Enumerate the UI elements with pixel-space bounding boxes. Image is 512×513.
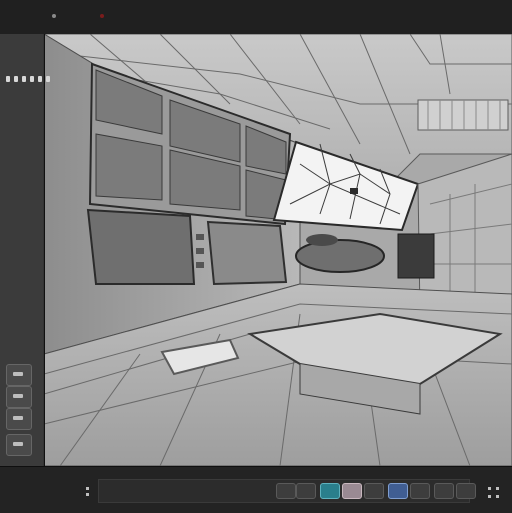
console-screen-right	[206, 220, 288, 286]
timeline-start-icon-2	[86, 493, 89, 496]
timeline-button-thumb[interactable]	[342, 483, 362, 499]
dark-doorway	[397, 233, 435, 279]
panel-button-2[interactable]	[6, 386, 32, 408]
corner-icon-3	[488, 495, 491, 498]
ceiling-vent	[417, 99, 509, 131]
3d-viewport[interactable]	[0, 34, 512, 466]
timeline-button-teal[interactable]	[320, 483, 340, 499]
timeline-button-3[interactable]	[364, 483, 384, 499]
timeline-button-4[interactable]	[410, 483, 430, 499]
panel-button-1[interactable]	[6, 364, 32, 386]
display-icon	[350, 188, 358, 194]
pod-hatch	[306, 234, 338, 246]
timeline-button-1[interactable]	[276, 483, 296, 499]
tool-panel	[0, 34, 50, 466]
tool-icons-row	[6, 76, 50, 84]
play-icon[interactable]	[30, 76, 34, 82]
timeline-start-icon	[86, 487, 89, 490]
console-screen-left	[86, 208, 196, 285]
panel-button-3[interactable]	[6, 408, 32, 430]
layers-icon[interactable]	[46, 76, 50, 82]
corner-icon-1	[488, 487, 491, 490]
bottom-toolbar	[0, 466, 512, 513]
top-toolbar	[0, 0, 512, 35]
corner-icon-2	[496, 487, 499, 490]
timeline-button-blue[interactable]	[388, 483, 408, 499]
viewport-scene	[43, 34, 512, 466]
timeline-button-5[interactable]	[434, 483, 454, 499]
window-dot-icon	[52, 14, 56, 18]
panel-button-4[interactable]	[6, 434, 32, 456]
menu-icon[interactable]	[6, 76, 10, 82]
record-indicator-icon	[100, 14, 104, 18]
record-icon[interactable]	[38, 76, 42, 82]
timeline-button-6[interactable]	[456, 483, 476, 499]
central-pod	[295, 239, 385, 273]
timeline-button-2[interactable]	[296, 483, 316, 499]
gear-icon[interactable]	[14, 76, 18, 82]
camera-icon[interactable]	[22, 76, 26, 82]
corner-icon-4	[496, 495, 499, 498]
console-buttons	[196, 234, 204, 268]
